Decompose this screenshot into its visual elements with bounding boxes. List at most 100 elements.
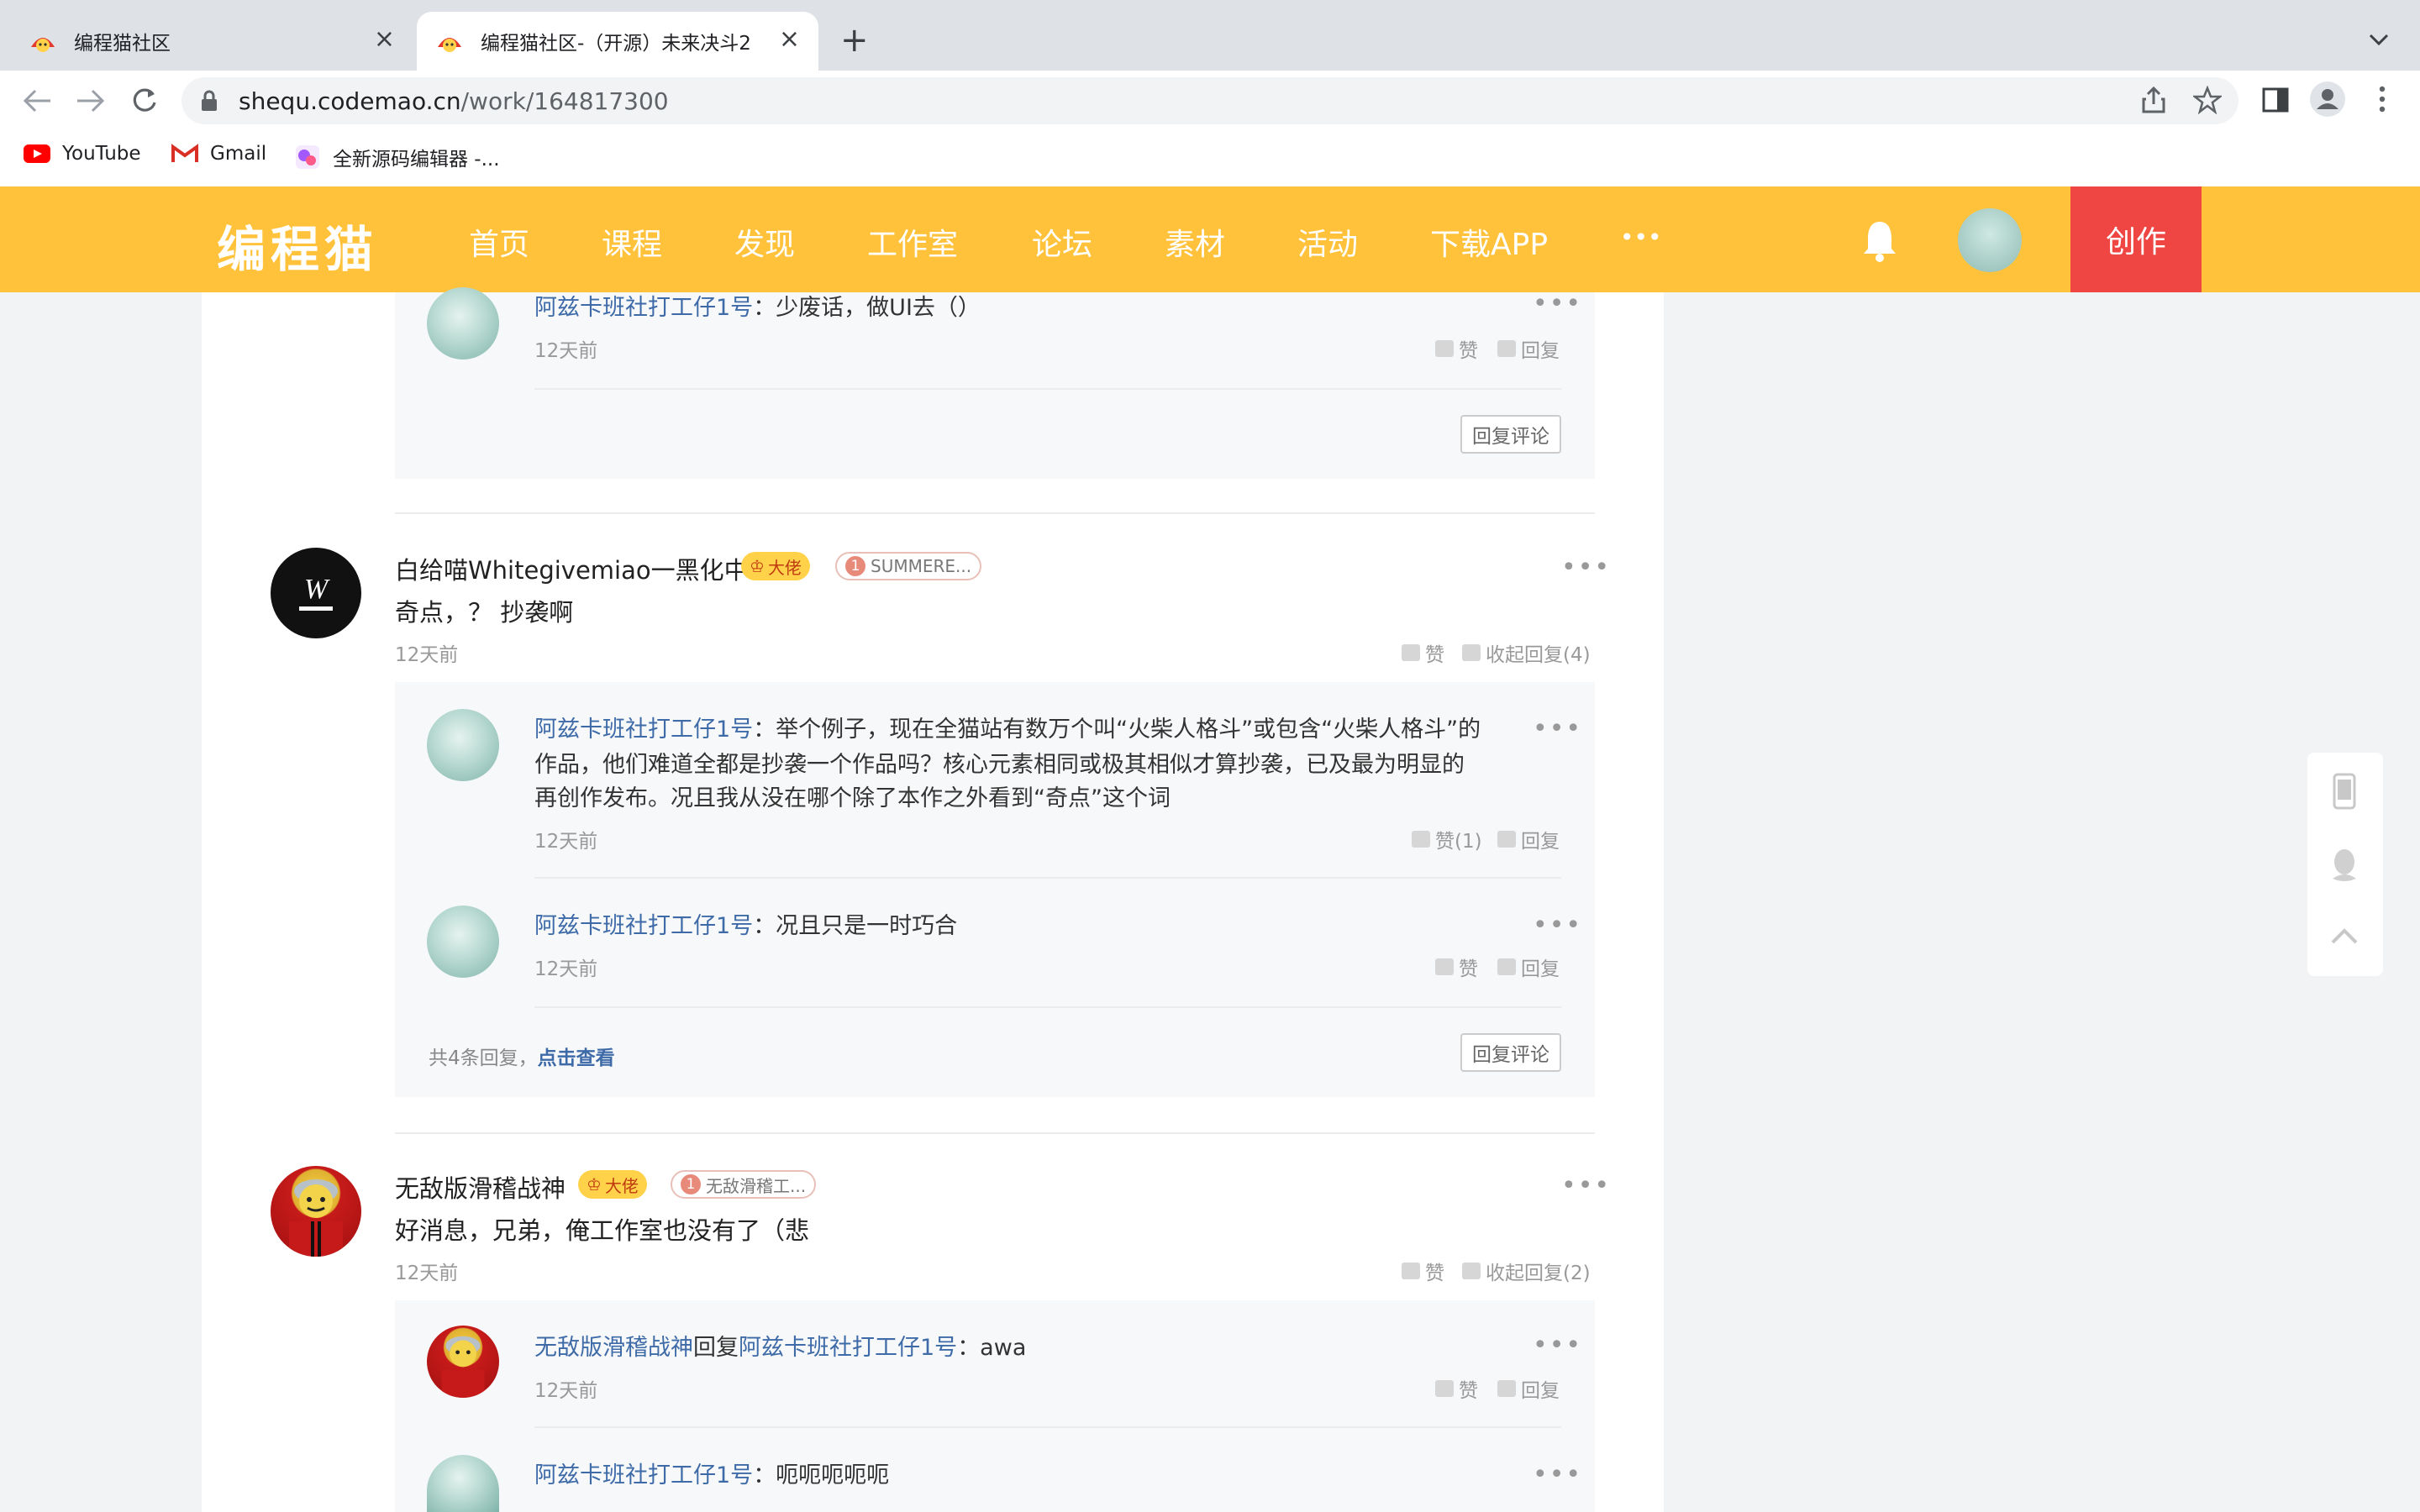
thumbs-up-icon <box>1412 831 1430 848</box>
badge-label: 无敌滑稽工... <box>706 1175 807 1196</box>
profile-icon[interactable] <box>2309 81 2346 121</box>
avatar[interactable] <box>271 1166 361 1257</box>
back-icon[interactable] <box>22 87 52 119</box>
close-icon[interactable]: × <box>374 27 395 52</box>
share-icon[interactable] <box>2141 86 2166 118</box>
back-to-top-icon[interactable] <box>2328 924 2361 953</box>
nav-download-app[interactable]: 下载APP <box>1430 220 1548 264</box>
like-label: 赞 <box>1425 644 1444 666</box>
more-icon[interactable]: ••• <box>1561 555 1611 580</box>
browser-tab-2[interactable]: 编程猫社区-（开源）未来决斗2 × <box>417 12 818 71</box>
reply-content: ：awa <box>957 1335 1027 1361</box>
nav-forum[interactable]: 论坛 <box>1032 220 1092 264</box>
reply-author[interactable]: 阿兹卡班社打工仔1号 <box>534 295 753 321</box>
collapse-replies-button[interactable]: 收起回复(4) <box>1462 638 1591 667</box>
like-label: 赞(1) <box>1435 831 1482 853</box>
reply-author[interactable]: 阿兹卡班社打工仔1号 <box>534 1462 753 1488</box>
like-button[interactable]: 赞 <box>1435 953 1478 981</box>
reload-icon[interactable] <box>129 86 160 121</box>
like-button[interactable]: 赞 <box>1402 638 1444 667</box>
more-icon[interactable]: ••• <box>1533 291 1582 317</box>
like-button[interactable]: 赞(1) <box>1412 825 1482 853</box>
thumbs-up-icon <box>1402 644 1420 661</box>
new-tab-icon[interactable]: + <box>840 24 869 57</box>
editor-icon <box>296 145 319 169</box>
reply-author[interactable]: 阿兹卡班社打工仔1号 <box>534 717 753 743</box>
reply-comment-button[interactable]: 回复评论 <box>1460 1033 1561 1072</box>
chat-icon <box>1497 1380 1516 1397</box>
like-button[interactable]: 赞 <box>1402 1257 1444 1285</box>
reply-text: 阿兹卡班社打工仔1号：呃呃呃呃呃 <box>534 1457 889 1489</box>
studio-badge[interactable]: 1 SUMMERE... <box>835 552 982 580</box>
reply-comment-button[interactable]: 回复评论 <box>1460 415 1561 454</box>
collapse-replies-button[interactable]: 收起回复(2) <box>1462 1257 1591 1285</box>
more-icon[interactable]: ••• <box>1561 1173 1611 1199</box>
avatar[interactable] <box>427 287 499 360</box>
reply-text: 阿兹卡班社打工仔1号：举个例子，现在全猫站有数万个叫“火柴人格斗”或包含“火柴人… <box>534 711 1481 743</box>
studio-badge[interactable]: 1 无敌滑稽工... <box>671 1170 817 1199</box>
thumbs-up-icon <box>1435 340 1454 357</box>
more-icon[interactable]: ••• <box>1533 1462 1582 1488</box>
reply-button[interactable]: 回复 <box>1497 953 1560 981</box>
reply-button[interactable]: 回复 <box>1497 825 1560 853</box>
reply-target[interactable]: 阿兹卡班社打工仔1号 <box>739 1335 957 1361</box>
nav-more[interactable]: ••• <box>1620 223 1662 251</box>
like-label: 赞 <box>1459 1380 1478 1402</box>
avatar[interactable] <box>427 1326 499 1398</box>
reply-connector: 回复 <box>693 1335 739 1361</box>
nav-materials[interactable]: 素材 <box>1165 220 1225 264</box>
bookmark-gmail[interactable]: Gmail <box>171 143 266 165</box>
reply-button[interactable]: 回复 <box>1497 1374 1560 1403</box>
avatar[interactable] <box>427 906 499 978</box>
divider <box>534 388 1561 390</box>
chevron-down-icon[interactable] <box>2368 25 2390 53</box>
divider <box>534 1426 1561 1428</box>
bookmark-editor[interactable]: 全新源码编辑器 -... <box>294 143 500 171</box>
url-text[interactable]: shequ.codemao.cn/work/164817300 <box>239 87 669 115</box>
close-icon[interactable]: × <box>779 27 800 52</box>
create-button[interactable]: 创作 <box>2070 186 2202 292</box>
user-avatar[interactable] <box>1958 208 2022 272</box>
like-button[interactable]: 赞 <box>1435 334 1478 363</box>
star-icon[interactable] <box>2191 85 2223 118</box>
badge-number: 1 <box>681 1174 701 1194</box>
browser-tab-1[interactable]: 编程猫社区 × <box>10 12 413 71</box>
chat-icon <box>1497 958 1516 975</box>
reply-time: 12天前 <box>534 958 598 980</box>
chat-icon <box>1462 1263 1481 1279</box>
gmail-icon <box>171 144 198 162</box>
side-panel-icon[interactable] <box>2262 87 2289 116</box>
more-icon[interactable]: ••• <box>1533 717 1582 742</box>
nav-studio[interactable]: 工作室 <box>867 220 958 264</box>
chat-icon <box>1462 644 1481 661</box>
reply-total: 共4条回复， <box>429 1047 538 1069</box>
forward-icon[interactable] <box>76 87 106 119</box>
lock-icon[interactable] <box>200 89 218 116</box>
avatar[interactable]: W <box>271 548 361 638</box>
comment-author[interactable]: 白给喵Whitegivemiao一黑化中 <box>395 551 749 586</box>
view-all-link[interactable]: 点击查看 <box>538 1047 615 1069</box>
nav-home[interactable]: 首页 <box>469 220 529 264</box>
more-icon[interactable]: ••• <box>1533 913 1582 938</box>
nav-events[interactable]: 活动 <box>1297 220 1358 264</box>
reply-author[interactable]: 无敌版滑稽战神 <box>534 1335 693 1361</box>
site-logo[interactable]: 编程猫 <box>217 210 378 281</box>
reply-box <box>395 682 1595 1097</box>
comment-author[interactable]: 无敌版滑稽战神 <box>395 1169 566 1205</box>
rank-badge: ♔ 大佬 <box>578 1170 647 1199</box>
bell-icon[interactable] <box>1860 217 1899 264</box>
avatar[interactable] <box>427 709 499 781</box>
reply-time: 12天前 <box>534 340 598 362</box>
reply-button[interactable]: 回复 <box>1497 334 1560 363</box>
nav-courses[interactable]: 课程 <box>602 220 662 264</box>
reply-author[interactable]: 阿兹卡班社打工仔1号 <box>534 913 753 939</box>
kebab-menu-icon[interactable] <box>2378 84 2386 118</box>
crown-icon: ♔ <box>750 556 765 576</box>
bookmark-youtube[interactable]: YouTube <box>24 143 141 165</box>
qq-icon[interactable] <box>2328 847 2361 887</box>
reply-time: 12天前 <box>534 1380 598 1402</box>
nav-discover[interactable]: 发现 <box>734 220 795 264</box>
more-icon[interactable]: ••• <box>1533 1333 1582 1358</box>
like-button[interactable]: 赞 <box>1435 1374 1478 1403</box>
mobile-icon[interactable] <box>2328 773 2361 813</box>
